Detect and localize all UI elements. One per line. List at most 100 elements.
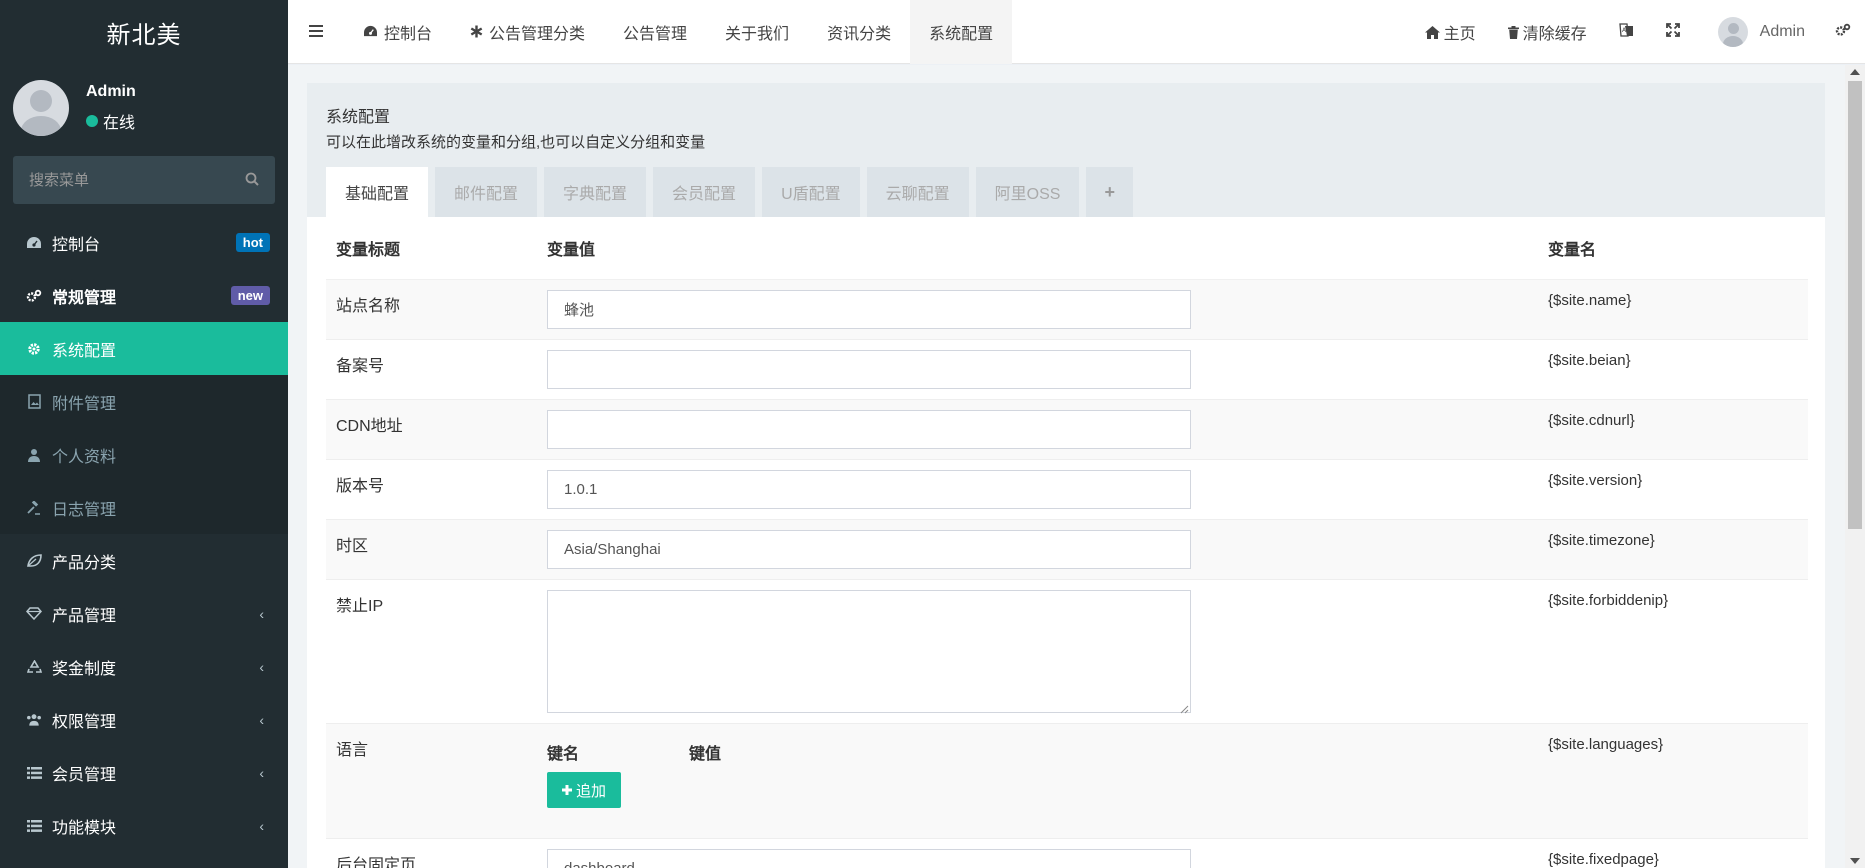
user-menu[interactable]: Admin [1696, 0, 1827, 64]
sidebar-item-system-config[interactable]: 系统配置 [0, 322, 288, 375]
plus-icon [561, 785, 572, 795]
forbidden-ip-textarea[interactable] [547, 590, 1191, 714]
row-title: 站点名称 [336, 298, 401, 315]
home-label: 主页 [1443, 26, 1476, 43]
tab-news-category[interactable]: 资讯分类 [808, 0, 910, 64]
fixed-page-input[interactable]: dashboard [547, 849, 1191, 868]
tab-announcement[interactable]: 公告管理 [604, 0, 706, 64]
table-row: 备案号 {$site.beian} [326, 340, 1808, 400]
sidebar-item-label: 产品分类 [52, 554, 117, 572]
user-panel: Admin 在线 [0, 64, 288, 152]
variable-name: {$site.name} [1548, 292, 1632, 309]
sidebar-item-label: 常规管理 [52, 289, 117, 307]
append-button[interactable]: 追加 [547, 772, 621, 808]
config-tabs: 基础配置 邮件配置 字典配置 会员配置 U盾配置 云聊配置 阿里OSS + [326, 167, 1140, 217]
timezone-input[interactable]: Asia/Shanghai [547, 530, 1191, 569]
panel-heading: 系统配置 可以在此增改系统的变量和分组,也可以自定义分组和变量 基础配置 邮件配… [307, 83, 1825, 217]
search-input[interactable] [29, 171, 229, 189]
clear-cache-button[interactable]: 清除缓存 [1492, 0, 1603, 64]
cdn-url-input[interactable] [547, 410, 1191, 449]
variable-name: {$site.version} [1548, 472, 1643, 489]
tab-label: 关于我们 [725, 25, 790, 43]
tab-about-us[interactable]: 关于我们 [706, 0, 808, 64]
tab-label: 公告管理分类 [489, 25, 586, 43]
tab-label: 系统配置 [929, 25, 994, 43]
tab-label: 控制台 [384, 25, 433, 43]
recycle-icon [26, 659, 42, 674]
clear-cache-label: 清除缓存 [1522, 26, 1587, 43]
sidebar-item-label: 系统配置 [52, 342, 117, 360]
sidebar-item-modules[interactable]: 功能模块 ‹ [0, 799, 288, 852]
row-title: CDN地址 [336, 418, 403, 435]
tab-cloudchat-config[interactable]: 云聊配置 [866, 167, 969, 217]
sidebar-item-permissions[interactable]: 权限管理 ‹ [0, 693, 288, 746]
sidebar-item-profile[interactable]: 个人资料 [0, 428, 288, 481]
search-icon[interactable] [245, 172, 259, 189]
leaf-icon [26, 554, 42, 567]
scrollbar-thumb[interactable] [1848, 81, 1862, 529]
page-scrollbar[interactable] [1845, 65, 1865, 868]
brand-logo[interactable]: 新北美 [0, 0, 288, 64]
sidebar-item-product-category[interactable]: 产品分类 [0, 534, 288, 587]
add-tab-button[interactable]: + [1086, 167, 1133, 217]
row-title: 时区 [336, 538, 369, 555]
home-link[interactable]: 主页 [1409, 0, 1492, 64]
table-row: 版本号 1.0.1 {$site.version} [326, 460, 1808, 520]
cogs-icon [1835, 23, 1851, 42]
home-icon [1424, 25, 1440, 39]
sidebar-item-label: 产品管理 [52, 607, 117, 625]
tab-ukey-config[interactable]: U盾配置 [762, 167, 860, 217]
key-label: 键名 [547, 746, 580, 763]
append-label: 追加 [575, 782, 606, 800]
chevron-left-icon: ‹ [259, 817, 264, 834]
table-row: 时区 Asia/Shanghai {$site.timezone} [326, 520, 1808, 580]
version-input[interactable]: 1.0.1 [547, 470, 1191, 509]
variable-name: {$site.cdnurl} [1548, 412, 1635, 429]
sidebar-item-general[interactable]: 常规管理 new [0, 269, 288, 322]
site-name-input[interactable]: 蜂池 [547, 290, 1191, 329]
tab-email-config[interactable]: 邮件配置 [435, 167, 538, 217]
chevron-left-icon: ‹ [259, 764, 264, 781]
expand-icon [1665, 22, 1680, 42]
user-status-label: 在线 [103, 115, 136, 132]
language-switch-button[interactable]: A [1603, 0, 1650, 64]
variable-name: {$site.fixedpage} [1548, 851, 1659, 868]
fullscreen-button[interactable] [1650, 0, 1696, 64]
beian-input[interactable] [547, 350, 1191, 389]
tab-system-config[interactable]: 系统配置 [910, 0, 1013, 64]
column-header: 变量标题 [336, 242, 401, 259]
tab-aliyun-oss[interactable]: 阿里OSS [975, 167, 1080, 217]
sidebar-item-label: 会员管理 [52, 766, 117, 784]
sidebar-item-product-management[interactable]: 产品管理 ‹ [0, 587, 288, 640]
tab-member-config[interactable]: 会员配置 [653, 167, 756, 217]
sidebar-item-label: 个人资料 [52, 448, 117, 466]
top-navbar: 控制台 公告管理分类 公告管理 关于我们 资讯分类 系统配置 主页 清除缓存 A [288, 0, 1865, 64]
tab-announcement-category[interactable]: 公告管理分类 [451, 0, 604, 64]
row-title: 禁止IP [336, 598, 384, 615]
sidebar-item-members[interactable]: 会员管理 ‹ [0, 746, 288, 799]
dashboard-icon [26, 236, 42, 250]
sidebar-item-dashboard[interactable]: 控制台 hot [0, 216, 288, 269]
tab-dictionary-config[interactable]: 字典配置 [544, 167, 647, 217]
settings-button[interactable] [1827, 0, 1865, 64]
row-title: 备案号 [336, 358, 385, 375]
tab-dashboard[interactable]: 控制台 [344, 0, 451, 64]
tab-basic-config[interactable]: 基础配置 [326, 167, 429, 217]
scroll-up-arrow-icon[interactable] [1850, 69, 1860, 75]
scroll-down-arrow-icon[interactable] [1850, 858, 1860, 864]
sidebar-item-label: 功能模块 [52, 819, 117, 837]
user-status: 在线 [86, 109, 136, 133]
avatar [1717, 17, 1748, 47]
variable-name: {$site.beian} [1548, 352, 1631, 369]
table-row: 站点名称 蜂池 {$site.name} [326, 280, 1808, 340]
sidebar-item-label: 日志管理 [52, 501, 117, 519]
sidebar-item-bonus[interactable]: 奖金制度 ‹ [0, 640, 288, 693]
asterisk-icon [470, 25, 483, 38]
sidebar-toggle-button[interactable] [288, 0, 344, 64]
sidebar-item-attachments[interactable]: 附件管理 [0, 375, 288, 428]
row-title: 后台固定页 [336, 857, 417, 868]
page-description: 可以在此增改系统的变量和分组,也可以自定义分组和变量 [326, 134, 706, 151]
sidebar-item-logs[interactable]: 日志管理 [0, 481, 288, 534]
table-row: 禁止IP {$site.forbiddenip} [326, 580, 1808, 724]
resize-handle-icon[interactable] [1179, 701, 1189, 714]
